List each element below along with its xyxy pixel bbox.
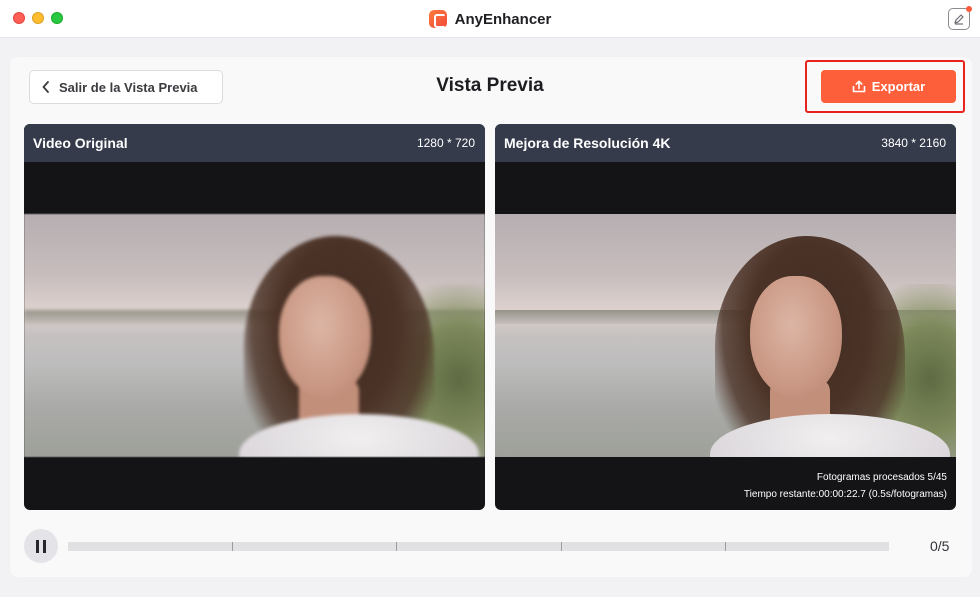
title-bar: AnyEnhancer: [0, 0, 980, 38]
playback-timeline[interactable]: [68, 542, 889, 551]
time-remaining-text: Tiempo restante:00:00:22.7 (0.5s/fotogra…: [743, 489, 947, 500]
exit-preview-label: Salir de la Vista Previa: [59, 79, 198, 95]
original-video-frame: [24, 214, 485, 457]
enhanced-video-panel: Mejora de Resolución 4K 3840 * 2160 Foto…: [495, 124, 956, 510]
enhanced-video-resolution: 3840 * 2160: [881, 136, 946, 150]
pause-button[interactable]: [24, 529, 58, 563]
timeline-segment-tick: [561, 542, 562, 551]
original-video-label: Video Original: [33, 135, 128, 151]
original-video-panel: Video Original 1280 * 720: [24, 124, 485, 510]
export-button[interactable]: Exportar: [821, 70, 956, 103]
export-label: Exportar: [871, 79, 926, 94]
notification-dot: [966, 6, 972, 12]
pause-icon: [36, 539, 39, 553]
timeline-segment-tick: [232, 542, 233, 551]
timeline-segment-tick: [725, 542, 726, 551]
frames-processed-text: Fotogramas procesados 5/45: [816, 472, 947, 483]
exit-preview-button[interactable]: Salir de la Vista Previa: [29, 70, 223, 104]
original-video-resolution: 1280 * 720: [416, 136, 475, 150]
feedback-button[interactable]: [948, 6, 972, 30]
app-title: AnyEnhancer: [454, 10, 552, 28]
timeline-segment-tick: [396, 542, 397, 551]
frame-counter: 0/5: [930, 538, 950, 554]
enhanced-video-label: Mejora de Resolución 4K: [504, 135, 671, 151]
enhanced-video-frame: [495, 214, 956, 457]
app-logo-icon: [428, 10, 447, 28]
original-video-header: Video Original 1280 * 720: [24, 124, 485, 162]
page-title: Vista Previa: [436, 75, 544, 96]
chevron-left-icon: [42, 81, 49, 93]
edit-feedback-icon: [954, 14, 964, 25]
app-brand: AnyEnhancer: [0, 0, 980, 38]
enhanced-video-header: Mejora de Resolución 4K 3840 * 2160: [495, 124, 956, 162]
export-icon: [852, 80, 866, 93]
